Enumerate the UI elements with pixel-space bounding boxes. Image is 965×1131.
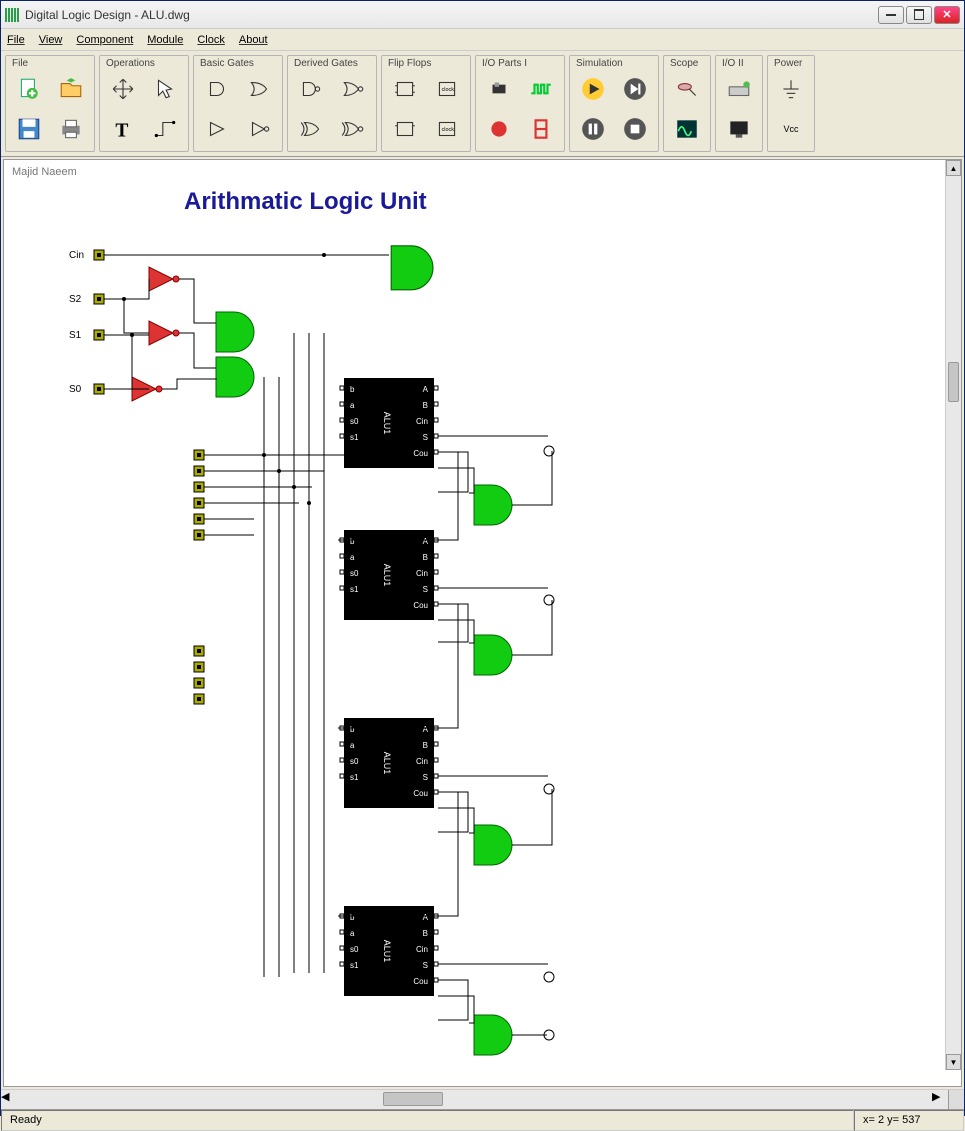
xnor-gate-button[interactable]	[334, 111, 372, 147]
open-file-button[interactable]	[52, 71, 90, 107]
buffer-button[interactable]	[198, 111, 236, 147]
scroll-down-button[interactable]: ▼	[946, 1054, 961, 1070]
ff2-button[interactable]: clock	[428, 71, 466, 107]
toolgroup-power: Power Vcc	[767, 55, 815, 152]
toolgroup-flip-flops: Flip Flops clock clock	[381, 55, 471, 152]
menu-about[interactable]: About	[239, 34, 268, 46]
titlebar: Digital Logic Design - ALU.dwg	[1, 1, 964, 29]
pause-button[interactable]	[574, 111, 612, 147]
toolgroup-io-parts-1: I/O Parts I	[475, 55, 565, 152]
led-button[interactable]	[480, 111, 518, 147]
monitor-button[interactable]	[720, 111, 758, 147]
new-file-button[interactable]	[10, 71, 48, 107]
svg-text:clock: clock	[442, 87, 455, 93]
text-tool-button[interactable]: T	[104, 111, 142, 147]
switch-button[interactable]	[480, 71, 518, 107]
move-tool-button[interactable]	[104, 71, 142, 107]
app-icon	[5, 8, 21, 22]
and-gate-button[interactable]	[198, 71, 236, 107]
toolgroup-operations: Operations T	[99, 55, 189, 152]
pulse-button[interactable]	[522, 71, 560, 107]
not-gate-button[interactable]	[240, 111, 278, 147]
scroll-right-button[interactable]: ▶	[932, 1090, 948, 1109]
probe-button[interactable]	[668, 71, 706, 107]
wire-tool-button[interactable]	[146, 111, 184, 147]
toolgroup-file: File	[5, 55, 95, 152]
minimize-button[interactable]	[878, 6, 904, 24]
vertical-scrollbar[interactable]: ▲ ▼	[945, 160, 961, 1070]
scroll-up-button[interactable]: ▲	[946, 160, 961, 176]
maximize-button[interactable]	[906, 6, 932, 24]
menu-view[interactable]: View	[39, 34, 63, 46]
toolgroup-io-2: I/O II	[715, 55, 763, 152]
toolgroup-simulation: Simulation	[569, 55, 659, 152]
menu-component[interactable]: Component	[76, 34, 133, 46]
menubar: File View Component Module Clock About	[1, 29, 964, 51]
svg-text:S0: S0	[69, 384, 82, 395]
or-gate-button[interactable]	[240, 71, 278, 107]
save-button[interactable]	[10, 111, 48, 147]
keyboard-button[interactable]	[720, 71, 758, 107]
scroll-left-button[interactable]: ◀	[1, 1090, 17, 1109]
svg-text:Cin: Cin	[69, 250, 84, 261]
toolgroup-derived-gates: Derived Gates	[287, 55, 377, 152]
toolgroup-basic-gates: Basic Gates	[193, 55, 283, 152]
toolgroup-scope: Scope	[663, 55, 711, 152]
menu-file[interactable]: File	[7, 34, 25, 46]
svg-text:S2: S2	[69, 294, 82, 305]
ground-button[interactable]	[772, 71, 810, 107]
svg-text:T: T	[115, 121, 128, 142]
horizontal-scrollbar[interactable]: ◀ ▶	[1, 1089, 964, 1109]
svg-text:clock: clock	[442, 127, 455, 133]
print-button[interactable]	[52, 111, 90, 147]
canvas-area: Majid Naeem Arithmatic Logic Unit ALU1 b…	[3, 159, 962, 1087]
ff1-button[interactable]	[386, 71, 424, 107]
svg-text:S1: S1	[69, 330, 82, 341]
play-button[interactable]	[574, 71, 612, 107]
status-coords: x= 2 y= 537	[854, 1110, 964, 1131]
xor-gate-button[interactable]	[292, 111, 330, 147]
vcc-button[interactable]: Vcc	[772, 111, 810, 147]
toolbar: File Operations T Basic Gates Derived Ga…	[1, 51, 964, 157]
display-button[interactable]	[522, 111, 560, 147]
circuit-diagram[interactable]: ALU1 b a s0 s1 A B Cin S Cou	[4, 160, 934, 1080]
nor-gate-button[interactable]	[334, 71, 372, 107]
menu-module[interactable]: Module	[147, 34, 183, 46]
scope-button[interactable]	[668, 111, 706, 147]
status-ready: Ready	[1, 1110, 854, 1131]
statusbar: Ready x= 2 y= 537	[1, 1109, 964, 1131]
nand-gate-button[interactable]	[292, 71, 330, 107]
close-button[interactable]	[934, 6, 960, 24]
menu-clock[interactable]: Clock	[197, 34, 225, 46]
ff4-button[interactable]: clock	[428, 111, 466, 147]
pointer-tool-button[interactable]	[146, 71, 184, 107]
ff3-button[interactable]	[386, 111, 424, 147]
stop-button[interactable]	[616, 111, 654, 147]
step-button[interactable]	[616, 71, 654, 107]
window-title: Digital Logic Design - ALU.dwg	[25, 8, 876, 22]
